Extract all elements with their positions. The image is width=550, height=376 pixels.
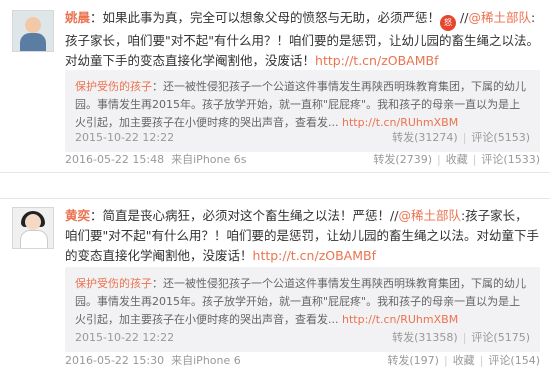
post-meta: 2016-05-22 15:30 来自iPhone 6 转发(197) | 收藏 | 评… xyxy=(65,353,540,369)
forward-button[interactable]: 转发(197) xyxy=(387,354,439,367)
repost-meta: 2015-10-22 12:22 转发(31358) | 评论(5175) xyxy=(75,330,530,346)
favorite-button[interactable]: 收藏 xyxy=(453,354,475,367)
repost-link[interactable]: http://t.cn/RUhmXBM xyxy=(342,313,458,326)
forward-button[interactable]: 转发(2739) xyxy=(373,153,432,166)
weibo-post: 黄奕：简直是丧心病狂，必须对这个畜生绳之以法！严惩！//@稀土部队:孩子家长，咱… xyxy=(0,198,550,376)
repost-comment-button[interactable]: 评论(5153) xyxy=(471,131,530,144)
divider: | xyxy=(443,354,448,367)
repost-text: 保护受伤的孩子：还一被性侵犯孩子一个公道这件事情发生再陕西明珠教育集团，下属的幼… xyxy=(65,267,540,329)
divider: | xyxy=(462,131,467,144)
repost-box: 保护受伤的孩子：还一被性侵犯孩子一个公道这件事情发生再陕西明珠教育集团，下属的幼… xyxy=(65,267,540,352)
repost-link[interactable]: http://t.cn/RUhmXBM xyxy=(342,116,458,129)
post-text-part: // xyxy=(456,10,469,25)
comment-button[interactable]: 评论(1533) xyxy=(481,153,540,166)
post-text-part: ：简直是丧心病狂，必须对这个畜生绳之以法！严惩！// xyxy=(90,208,399,223)
favorite-button[interactable]: 收藏 xyxy=(446,153,468,166)
avatar-body-icon xyxy=(20,33,46,51)
divider: | xyxy=(472,153,477,166)
divider: | xyxy=(436,153,441,166)
post-text-part: ：如果此事为真，完全可以想象父母的愤怒与无助，必须严惩！ xyxy=(90,10,441,25)
repost-box: 保护受伤的孩子：还一被性侵犯孩子一个公道这件事情发生再陕西明珠教育集团，下属的幼… xyxy=(65,70,540,152)
divider: | xyxy=(479,354,484,367)
post-time[interactable]: 2016-05-22 15:30 xyxy=(65,354,164,367)
repost-meta: 2015-10-22 12:22 转发(31274) | 评论(5153) xyxy=(75,130,530,146)
post-text: 黄奕：简直是丧心病狂，必须对这个畜生绳之以法！严惩！//@稀土部队:孩子家长，咱… xyxy=(65,206,540,266)
weibo-post: 姚晨：如果此事为真，完全可以想象父母的愤怒与无助，必须严惩！怒 //@稀土部队:… xyxy=(0,0,550,173)
repost-time[interactable]: 2015-10-22 12:22 xyxy=(75,130,174,146)
post-meta: 2016-05-22 15:48 来自iPhone 6s 转发(2739) | 收藏… xyxy=(65,152,540,168)
post-text: 姚晨：如果此事为真，完全可以想象父母的愤怒与无助，必须严惩！怒 //@稀土部队:… xyxy=(65,8,540,71)
avatar-face-icon xyxy=(25,17,41,33)
comment-button[interactable]: 评论(154) xyxy=(488,354,540,367)
divider: | xyxy=(462,331,467,344)
angry-emoji-icon: 怒 xyxy=(440,15,457,31)
avatar[interactable] xyxy=(12,207,54,249)
repost-text: 保护受伤的孩子：还一被性侵犯孩子一个公道这件事情发生再陕西明珠教育集团，下属的幼… xyxy=(65,70,540,132)
repost-forward-button[interactable]: 转发(31274) xyxy=(392,131,458,144)
post-source[interactable]: 来自iPhone 6 xyxy=(171,354,241,367)
post-time[interactable]: 2016-05-22 15:48 xyxy=(65,153,164,166)
repost-forward-button[interactable]: 转发(31358) xyxy=(392,331,458,344)
repost-time[interactable]: 2015-10-22 12:22 xyxy=(75,330,174,346)
repost-author[interactable]: 保护受伤的孩子 xyxy=(75,277,152,290)
short-url-link[interactable]: http://t.cn/zOBAMBf xyxy=(315,53,438,68)
post-source[interactable]: 来自iPhone 6s xyxy=(171,153,246,166)
post-author[interactable]: 姚晨 xyxy=(65,10,90,25)
repost-comment-button[interactable]: 评论(5175) xyxy=(471,331,530,344)
mention-link[interactable]: @稀土部队 xyxy=(468,10,531,25)
post-author[interactable]: 黄奕 xyxy=(65,208,90,223)
avatar-face-icon xyxy=(25,214,41,230)
avatar[interactable] xyxy=(12,10,54,52)
repost-author[interactable]: 保护受伤的孩子 xyxy=(75,80,152,93)
mention-link[interactable]: @稀土部队 xyxy=(398,208,461,223)
short-url-link[interactable]: http://t.cn/zOBAMBf xyxy=(253,248,376,263)
avatar-body-icon xyxy=(20,230,48,248)
